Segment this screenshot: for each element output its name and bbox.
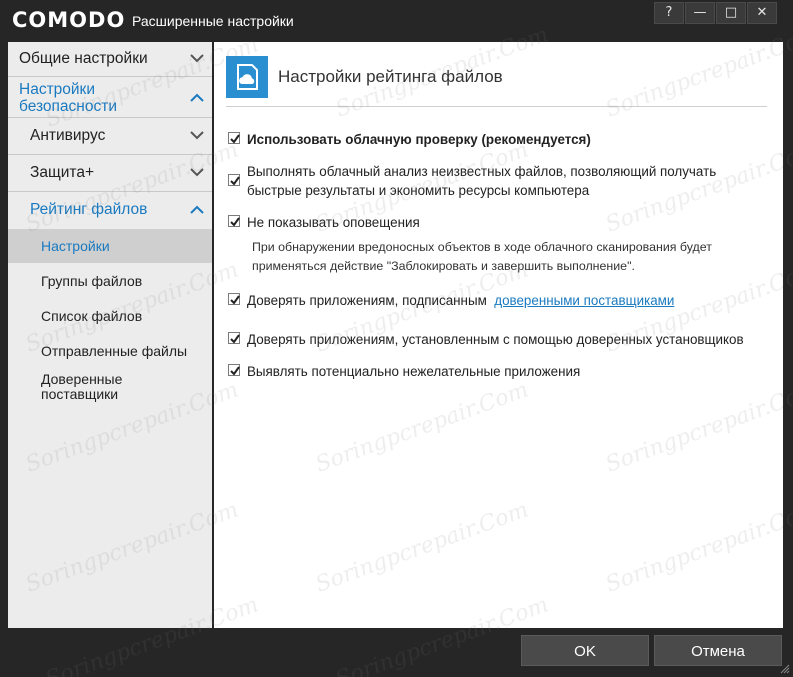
window-title: Расширенные настройки <box>132 13 294 29</box>
divider <box>226 106 767 107</box>
sidebar-subitem-submitted-files[interactable]: Отправленные файлы <box>8 334 212 368</box>
option-label: Доверять приложениям, подписанным довере… <box>247 291 674 310</box>
checkmark-icon <box>230 176 240 186</box>
option-label-text: Доверять приложениям, подписанным <box>247 293 487 308</box>
sidebar-item-label: Отправленные файлы <box>41 343 188 359</box>
maximize-button[interactable]: □ <box>716 2 746 24</box>
sidebar-item-label: Защита+ <box>30 164 94 181</box>
minimize-button[interactable]: — <box>685 2 715 24</box>
option-label: Выявлять потенциально нежелательные прил… <box>247 364 581 379</box>
sidebar-item-security-settings[interactable]: Настройки безопасности <box>8 77 212 117</box>
chevron-down-icon <box>190 54 204 63</box>
sidebar-subitem-file-list[interactable]: Список файлов <box>8 299 212 333</box>
checkbox-cloud-analysis[interactable] <box>228 174 240 186</box>
sidebar-item-label: Настройки безопасности <box>19 81 117 115</box>
checkbox-cloud-lookup[interactable] <box>228 132 240 144</box>
sidebar-item-label: Группы файлов <box>41 273 143 289</box>
sidebar-item-label: Антивирус <box>30 127 106 144</box>
chevron-up-icon <box>190 93 204 102</box>
cloud-file-icon <box>226 56 268 98</box>
checkbox-trust-installers[interactable] <box>228 332 240 344</box>
checkbox-trust-signed[interactable] <box>228 293 240 305</box>
checkmark-icon <box>230 217 240 227</box>
help-button[interactable]: ? <box>654 2 684 24</box>
advanced-settings-window: COMODO Расширенные настройки ? — □ ✕ Общ… <box>0 0 793 677</box>
sidebar-item-label: Общие настройки <box>19 50 148 67</box>
sidebar-subitem-settings[interactable]: Настройки <box>8 229 212 263</box>
chevron-down-icon <box>190 168 204 177</box>
sidebar-item-label: Список файлов <box>41 308 143 324</box>
minimize-icon: — <box>693 5 707 20</box>
help-icon: ? <box>665 5 673 20</box>
no-alerts-note: При обнаружении вредоносных объектов в х… <box>252 240 712 273</box>
sidebar-item-label: Рейтинг файлов <box>30 201 148 218</box>
sidebar: Общие настройки Настройки безопасности А… <box>8 42 212 628</box>
sidebar-item-label: Настройки <box>41 238 110 254</box>
page-title: Настройки рейтинга файлов <box>278 67 503 86</box>
option-label: Выполнять облачный анализ неизвестных фа… <box>247 164 717 198</box>
sidebar-subitem-file-groups[interactable]: Группы файлов <box>8 264 212 298</box>
close-icon: ✕ <box>756 5 768 20</box>
sidebar-item-label: Доверенные поставщики <box>41 371 123 402</box>
chevron-up-icon <box>190 205 204 214</box>
checkmark-icon <box>230 366 240 376</box>
chevron-down-icon <box>190 131 204 140</box>
resize-grip-icon[interactable] <box>780 664 790 674</box>
maximize-icon: □ <box>724 5 738 20</box>
checkbox-no-alerts[interactable] <box>228 215 240 227</box>
ok-button[interactable]: OK <box>521 635 649 666</box>
sidebar-item-antivirus[interactable]: Антивирус <box>8 118 212 154</box>
checkbox-detect-pua[interactable] <box>228 364 240 376</box>
sidebar-item-protection-plus[interactable]: Защита+ <box>8 155 212 191</box>
checkmark-icon <box>230 295 240 305</box>
option-label: Использовать облачную проверку (рекоменд… <box>247 132 591 147</box>
trusted-vendors-link[interactable]: доверенными поставщиками <box>494 293 674 308</box>
sidebar-subitem-trusted-vendors[interactable]: Доверенные поставщики <box>8 369 212 409</box>
option-label: Доверять приложениям, установленным с по… <box>247 332 744 347</box>
title-bar[interactable]: COMODO Расширенные настройки ? — □ ✕ <box>0 0 793 40</box>
main-panel: Настройки рейтинга файлов Использовать о… <box>214 42 783 628</box>
brand-logo: COMODO <box>12 8 126 32</box>
sidebar-item-general-settings[interactable]: Общие настройки <box>8 42 212 76</box>
checkmark-icon <box>230 134 240 144</box>
close-button[interactable]: ✕ <box>747 2 777 24</box>
option-label: Не показывать оповещения <box>247 215 420 230</box>
cancel-button[interactable]: Отмена <box>654 635 782 666</box>
sidebar-item-file-rating[interactable]: Рейтинг файлов <box>8 192 212 228</box>
checkmark-icon <box>230 334 240 344</box>
